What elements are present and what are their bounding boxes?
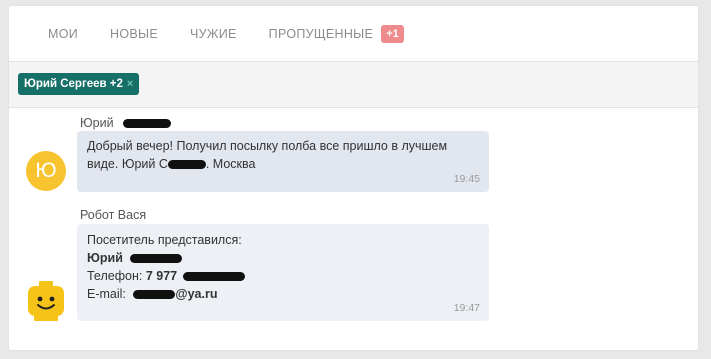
bot-intro-text: Посетитель представился:	[87, 233, 242, 247]
message-text-line-2: виде. Юрий С. Москва	[87, 157, 256, 171]
message-sender: Юрий	[80, 116, 172, 130]
message-text-line-1: Добрый вечер! Получил посылку полба все …	[87, 139, 448, 153]
message-bubble: Добрый вечер! Получил посылку полба все …	[77, 131, 489, 192]
redacted-mark	[167, 160, 206, 170]
close-icon[interactable]: ×	[127, 78, 133, 90]
redacted-mark	[133, 290, 176, 300]
message-sender: Робот Вася	[80, 208, 147, 222]
robot-icon	[26, 281, 66, 321]
chat-panel: МОИ НОВЫЕ ЧУЖИЕ ПРОПУЩЕННЫЕ +1 Юрий Серг…	[9, 6, 698, 350]
avatar: Ю	[26, 151, 66, 191]
visitor-email: E-mail: @ya.ru	[87, 287, 218, 301]
visitor-phone: Телефон: 7 977	[87, 267, 479, 285]
redacted-mark	[182, 272, 245, 282]
tab-others[interactable]: ЧУЖИЕ	[190, 27, 237, 41]
filter-bar: Юрий Сергеев +2 ×	[9, 61, 698, 108]
tab-missed-label: ПРОПУЩЕННЫЕ	[268, 26, 374, 41]
tab-new[interactable]: НОВЫЕ	[110, 27, 158, 41]
tab-missed[interactable]: ПРОПУЩЕННЫЕ +1	[268, 24, 404, 43]
message-time: 19:47	[453, 302, 480, 314]
message-time: 19:45	[453, 173, 480, 185]
redacted-mark	[130, 254, 183, 264]
filter-chip[interactable]: Юрий Сергеев +2 ×	[18, 73, 140, 95]
filter-chip-label: Юрий Сергеев +2	[24, 78, 123, 90]
tab-mine[interactable]: МОИ	[48, 27, 78, 41]
visitor-name: Юрий	[87, 249, 479, 267]
tab-bar: МОИ НОВЫЕ ЧУЖИЕ ПРОПУЩЕННЫЕ +1	[9, 6, 698, 61]
message-bubble: Посетитель представился: Юрий Телефон: 7…	[77, 224, 489, 321]
redacted-mark	[123, 119, 172, 129]
missed-count-badge: +1	[381, 24, 404, 43]
